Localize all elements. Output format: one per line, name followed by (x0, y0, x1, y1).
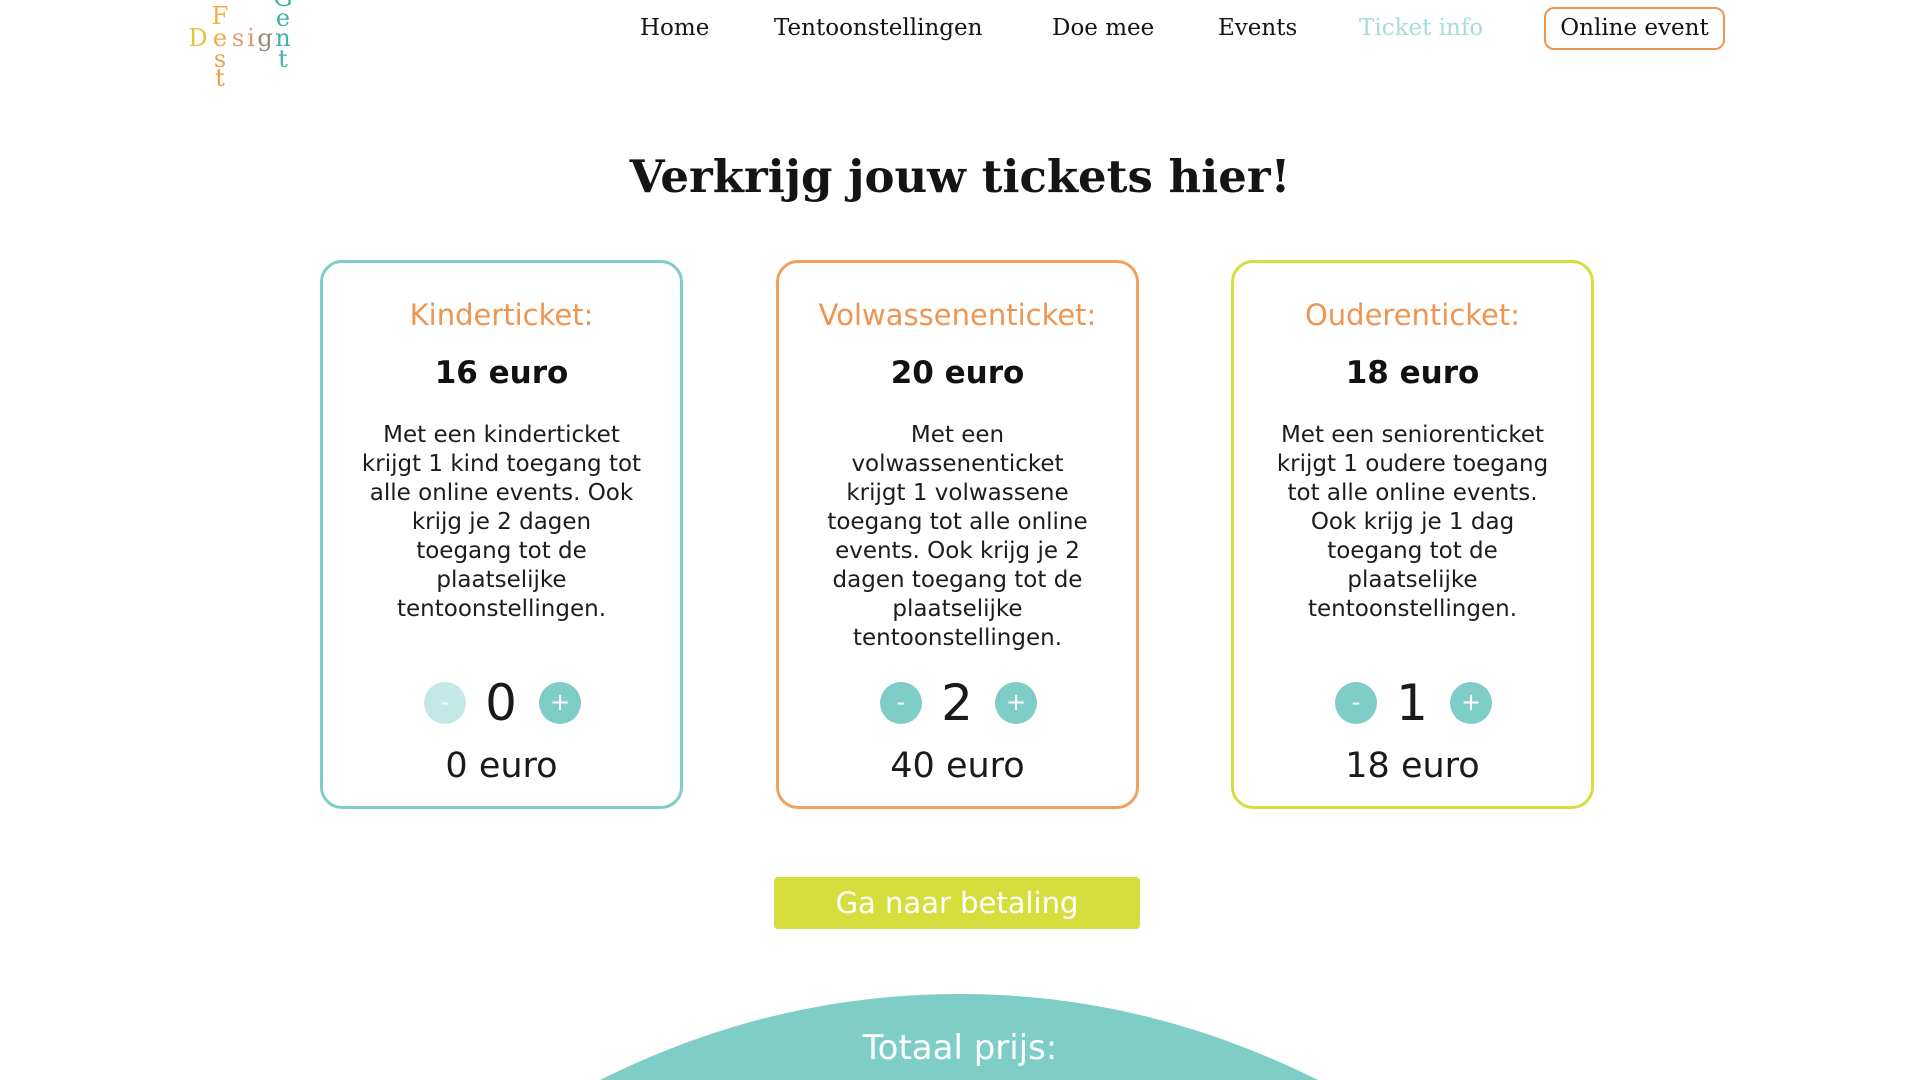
increase-quantity-button[interactable]: + (1450, 682, 1492, 724)
description-line: krijgt 1 kind toegang tot (361, 451, 642, 477)
description-line: tentoonstellingen. (1307, 596, 1518, 622)
nav-ticket-info[interactable]: Ticket info (1359, 8, 1483, 48)
description-line: krijg je 2 dagen (411, 509, 592, 535)
nav-home[interactable]: Home (640, 8, 709, 48)
description-line: volwassenenticket (851, 451, 1064, 477)
ticket-description: Met een seniorenticket krijgt 1 oudere t… (1234, 421, 1591, 624)
description-line: toegang tot de (416, 538, 587, 564)
nav-tentoonstellingen[interactable]: Tentoonstellingen (774, 8, 982, 48)
quantity-value: 1 (1396, 674, 1428, 732)
logo-letter: t (278, 45, 288, 73)
description-line: tentoonstellingen. (852, 625, 1063, 651)
description-line: events. Ook krijg je 2 (835, 538, 1080, 564)
page-title: Verkrijg jouw tickets hier! (629, 150, 1291, 203)
increase-quantity-button[interactable]: + (539, 682, 581, 724)
increase-quantity-button[interactable]: + (995, 682, 1037, 724)
ticket-description: Met een kinderticket krijgt 1 kind toega… (323, 421, 680, 624)
quantity-value: 0 (485, 674, 517, 732)
ticket-subtotal: 18 euro (1345, 746, 1480, 786)
quantity-stepper: - 1 + (1234, 676, 1591, 730)
description-line: dagen toegang tot de (832, 567, 1083, 593)
ticket-price: 18 euro (1345, 355, 1480, 391)
total-price-label: Totaal prijs: (862, 1028, 1058, 1068)
description-line: alle online events. Ook (369, 480, 634, 506)
ticket-name: Volwassenenticket: (818, 298, 1097, 332)
quantity-stepper: - 0 + (323, 676, 680, 730)
description-line: Met een kinderticket (383, 422, 620, 448)
ticket-card-ouderen: Ouderenticket: 18 euro Met een seniorent… (1231, 260, 1594, 809)
ticket-card-kinder: Kinderticket: 16 euro Met een kindertick… (320, 260, 683, 809)
description-line: Met een (910, 422, 1005, 448)
ticket-price: 16 euro (434, 355, 569, 391)
nav-events[interactable]: Events (1218, 8, 1297, 48)
description-line: tentoonstellingen. (396, 596, 607, 622)
ticket-name: Ouderenticket: (1304, 298, 1521, 332)
design-fest-gent-logo[interactable]: G e F D e s i g n s t t (0, 0, 320, 95)
description-line: tot alle online events. (1287, 480, 1538, 506)
description-line: toegang tot alle online (827, 509, 1088, 535)
quantity-stepper: - 2 + (779, 676, 1136, 730)
ticket-subtotal: 0 euro (445, 746, 558, 786)
ticket-name: Kinderticket: (409, 298, 594, 332)
logo-letter: t (215, 64, 225, 92)
quantity-value: 2 (941, 674, 973, 732)
description-line: plaatselijke (436, 567, 567, 593)
online-event-button[interactable]: Online event (1544, 7, 1725, 50)
go-to-payment-button[interactable]: Ga naar betaling (774, 877, 1140, 929)
nav-doe-mee[interactable]: Doe mee (1052, 8, 1154, 48)
description-line: toegang tot de (1327, 538, 1498, 564)
description-line: Met een seniorenticket (1280, 422, 1545, 448)
ticket-subtotal: 40 euro (890, 746, 1025, 786)
description-line: plaatselijke (892, 596, 1023, 622)
description-line: Ook krijg je 1 dag (1310, 509, 1515, 535)
description-line: plaatselijke (1347, 567, 1478, 593)
description-line: krijgt 1 volwassene (846, 480, 1069, 506)
description-line: krijgt 1 oudere toegang (1276, 451, 1549, 477)
ticket-card-volwassenen: Volwassenenticket: 20 euro Met een volwa… (776, 260, 1139, 809)
ticket-description: Met een volwassenenticket krijgt 1 volwa… (779, 421, 1136, 653)
ticket-price: 20 euro (890, 355, 1025, 391)
